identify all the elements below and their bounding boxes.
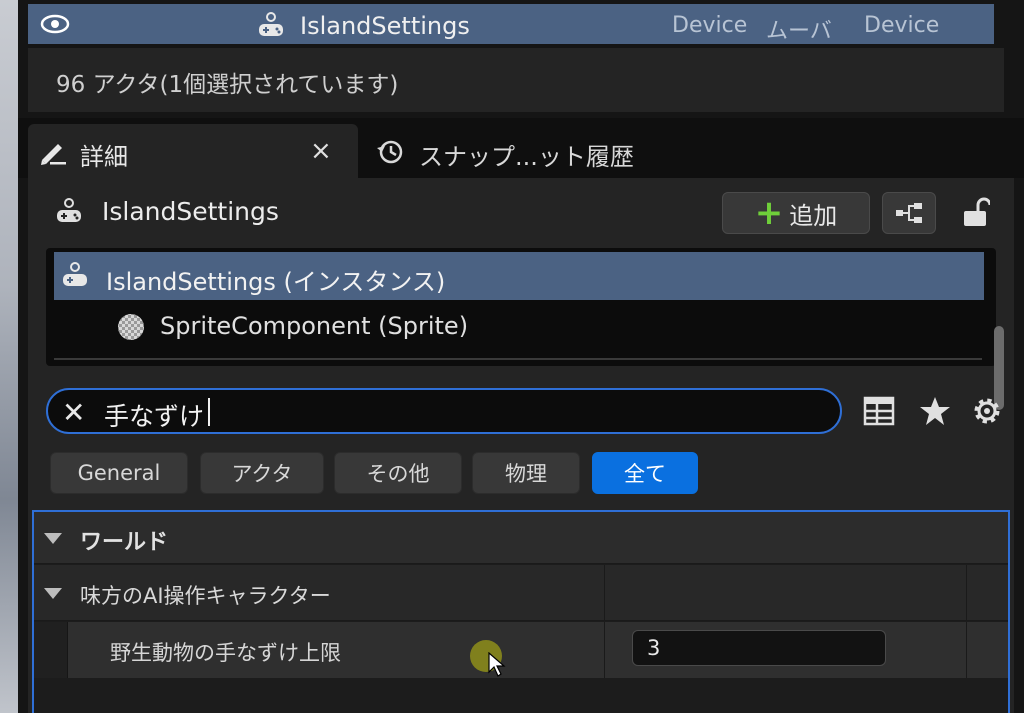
add-component-label: 追加 [789,201,838,230]
subcategory-label: 味方のAI操作キャラクター [80,584,331,608]
gamepad-gear-icon [57,198,81,222]
tree-divider [54,358,982,360]
outliner-selected-row[interactable]: IslandSettings Device ムーバ Device [28,4,994,44]
gear-icon[interactable] [970,394,1004,428]
clear-search-icon[interactable]: ✕ [62,396,85,429]
filter-physics[interactable]: 物理 [472,452,580,494]
editor-panel: IslandSettings Device ムーバ Device 96 アクタ(… [18,0,1024,713]
outliner-type-column: Device [672,13,748,38]
gamepad-gear-icon [63,262,87,286]
property-grid: ワールド 味方のAI操作キャラクター 野生動物の手なずけ上限 3 [32,510,1010,713]
filter-misc[interactable]: その他 [334,452,462,494]
tab-snapshot-history[interactable]: スナップ...ット履歴 [363,124,683,178]
property-label: 野生動物の手なずけ上限 [110,641,341,665]
outliner-row-name: IslandSettings [300,12,470,40]
details-panel: IslandSettings + 追加 IslandSettings (インスタ… [28,178,1014,713]
column-divider[interactable] [966,565,967,621]
close-icon[interactable]: × [310,136,332,166]
add-component-button[interactable]: + 追加 [722,192,870,234]
history-icon [377,140,403,164]
filter-actor[interactable]: アクタ [200,452,324,494]
plus-icon: + [754,193,784,233]
tame-limit-input[interactable]: 3 [632,630,886,666]
expand-arrow-icon[interactable] [44,533,62,544]
column-divider[interactable] [604,622,605,678]
outliner-status-bar: 96 アクタ(1個選択されています) [28,48,1004,112]
unlock-icon[interactable] [960,196,990,228]
background-viewport [0,0,18,713]
outliner-extra-column: Device [864,13,940,38]
mouse-cursor-icon [488,652,506,677]
tab-details-label: 詳細 [80,143,128,171]
expand-arrow-icon[interactable] [44,588,62,599]
component-row-sprite[interactable]: SpriteComponent (Sprite) [54,302,984,350]
filter-all[interactable]: 全て [592,452,698,494]
details-actor-name: IslandSettings [102,197,279,226]
details-search-box[interactable]: ✕ 手なずけ [46,388,842,434]
actor-count-text: 96 アクタ(1個選択されています) [56,72,399,98]
search-input-value[interactable]: 手なずけ [104,397,204,433]
row-indent [34,622,68,678]
hierarchy-icon [896,203,922,223]
pencil-icon [41,144,66,165]
filter-general[interactable]: General [50,452,188,494]
table-view-icon[interactable] [862,394,896,428]
column-divider[interactable] [604,565,605,621]
sprite-checker-icon [118,314,144,340]
component-tree: IslandSettings (インスタンス) SpriteComponent … [46,248,1004,410]
star-icon[interactable] [918,394,952,428]
category-world[interactable]: ワールド [34,512,1008,564]
component-label: SpriteComponent (Sprite) [160,312,469,340]
outliner-folder-column: ムーバ [766,19,832,44]
component-row-instance[interactable]: IslandSettings (インスタンス) [54,252,984,300]
subcategory-ai-characters[interactable]: 味方のAI操作キャラクター [34,565,1008,621]
component-label: IslandSettings (インスタンス) [106,268,446,296]
tab-details[interactable]: 詳細 × [28,124,358,178]
blueprint-button[interactable] [882,192,936,234]
column-divider[interactable] [966,622,967,678]
panel-tab-bar: 詳細 × スナップ...ット履歴 [18,118,1024,178]
property-row-tame-limit: 野生動物の手なずけ上限 3 [34,622,1008,678]
tab-snapshot-history-label: スナップ...ット履歴 [419,143,634,171]
category-label: ワールド [80,530,169,555]
text-caret [208,398,210,426]
eye-icon[interactable] [40,14,70,34]
gamepad-gear-icon [259,12,283,36]
